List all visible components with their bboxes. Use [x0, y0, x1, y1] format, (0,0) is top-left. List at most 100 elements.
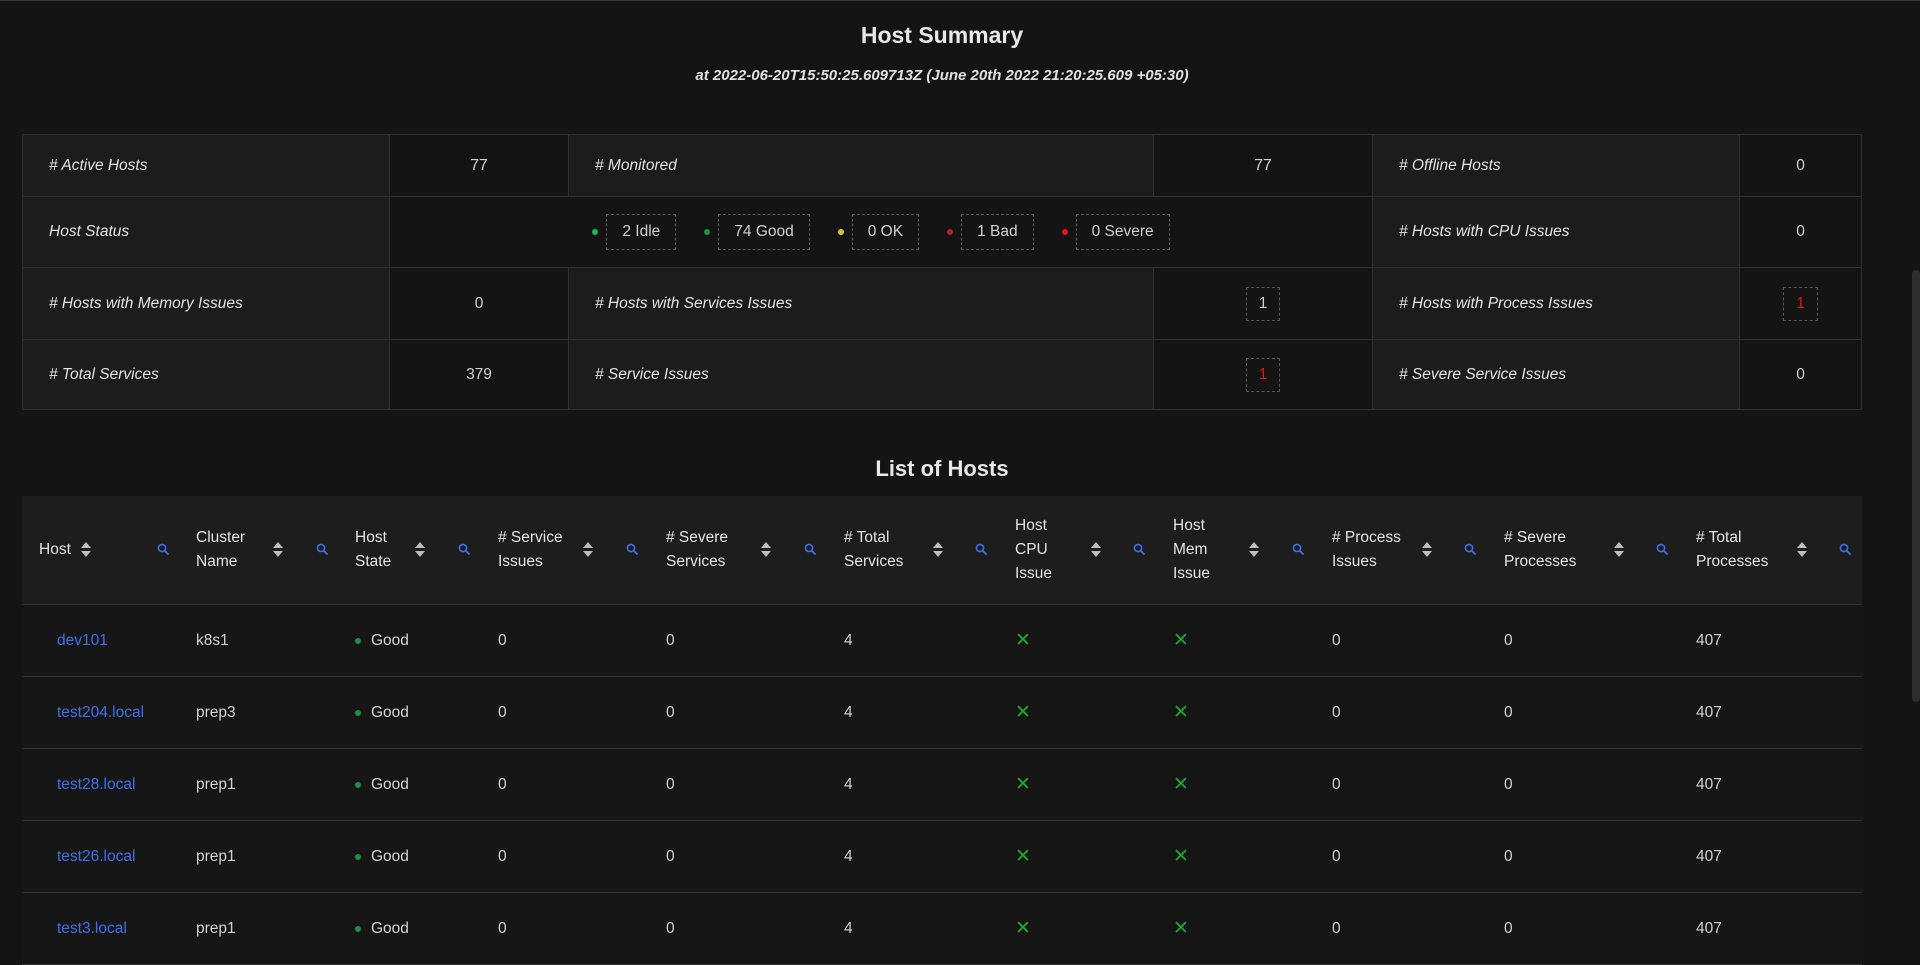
host-link[interactable]: test3.local — [57, 893, 127, 964]
status-bad-badge[interactable]: 1 Bad — [961, 214, 1034, 250]
host-status-badges: 2 Idle 74 Good 0 OK 1 Bad 0 Severe — [389, 197, 1373, 267]
search-total-processes-icon[interactable] — [1839, 543, 1852, 556]
severe-services-cell: 0 — [666, 775, 675, 793]
mem-issue-x-icon: ✕ — [1173, 630, 1189, 651]
sort-cpu-icon[interactable] — [1091, 542, 1101, 558]
col-severe-services[interactable]: # Severe Services — [666, 496, 746, 604]
proc-issues-value[interactable]: 1 — [1783, 286, 1818, 321]
service-issues-label: # Service Issues — [569, 340, 1153, 409]
host-link[interactable]: test204.local — [57, 677, 144, 748]
table-row: test28.local prep1 Good 0 0 4 ✕ ✕ 0 0 40… — [22, 749, 1862, 821]
col-cpu-label: Host CPU Issue — [1015, 517, 1053, 582]
status-idle[interactable]: 2 Idle — [592, 214, 677, 250]
process-issues-cell: 0 — [1332, 631, 1341, 649]
state-cell: Good — [355, 893, 409, 964]
search-total-services-icon[interactable] — [975, 543, 988, 556]
status-good[interactable]: 74 Good — [704, 214, 810, 250]
col-severe-services-label: # Severe Services — [666, 529, 729, 570]
host-status-label: Host Status — [23, 197, 389, 267]
total-processes-cell: 407 — [1696, 919, 1722, 937]
search-service-issues-icon[interactable] — [626, 543, 639, 556]
total-services-label: # Total Services — [23, 340, 389, 409]
mem-issues-label: # Hosts with Memory Issues — [23, 268, 389, 339]
svc-issues-hosts-value[interactable]: 1 — [1245, 286, 1281, 321]
summary-row-2: Host Status 2 Idle 74 Good 0 OK 1 Bad 0 … — [23, 197, 1861, 268]
severe-processes-cell: 0 — [1504, 631, 1513, 649]
sort-total-services-icon[interactable] — [933, 542, 943, 558]
search-severe-processes-icon[interactable] — [1656, 543, 1669, 556]
good-dot-icon — [355, 781, 361, 788]
severe-services-cell: 0 — [666, 631, 675, 649]
status-idle-badge[interactable]: 2 Idle — [606, 214, 677, 250]
sort-severe-processes-icon[interactable] — [1614, 542, 1624, 558]
col-host-state[interactable]: Host State — [355, 496, 415, 604]
sort-severe-services-icon[interactable] — [761, 542, 771, 558]
host-link[interactable]: dev101 — [57, 605, 108, 676]
sort-cluster-icon[interactable] — [273, 542, 283, 558]
process-issues-cell: 0 — [1332, 703, 1341, 721]
state-text: Good — [371, 631, 409, 649]
severe-service-value: 0 — [1739, 340, 1861, 409]
status-bad[interactable]: 1 Bad — [947, 214, 1034, 250]
sort-host-icon[interactable] — [81, 542, 91, 558]
monitored-value: 77 — [1153, 135, 1373, 196]
col-mem-label: Host Mem Issue — [1173, 517, 1211, 582]
state-cell: Good — [355, 821, 409, 892]
col-cluster-label: Cluster Name — [196, 529, 246, 570]
col-process-issues[interactable]: # Process Issues — [1332, 496, 1412, 604]
ok-dot-icon — [837, 229, 844, 235]
col-severe-processes-label: # Severe Processes — [1504, 529, 1577, 570]
state-cell: Good — [355, 749, 409, 820]
process-issues-cell: 0 — [1332, 919, 1341, 937]
search-process-issues-icon[interactable] — [1464, 543, 1477, 556]
status-severe[interactable]: 0 Severe — [1061, 214, 1170, 250]
state-text: Good — [371, 775, 409, 793]
col-total-services[interactable]: # Total Services — [844, 496, 924, 604]
process-issues-cell: 0 — [1332, 847, 1341, 865]
sort-state-icon[interactable] — [415, 542, 425, 558]
vertical-scrollbar[interactable] — [1912, 270, 1920, 702]
sort-mem-icon[interactable] — [1249, 542, 1259, 558]
service-issues-cell: 0 — [498, 775, 507, 793]
service-issues-value[interactable]: 1 — [1245, 357, 1281, 392]
status-ok[interactable]: 0 OK — [837, 214, 920, 250]
status-ok-badge[interactable]: 0 OK — [851, 214, 920, 250]
sort-process-issues-icon[interactable] — [1422, 542, 1432, 558]
col-severe-processes[interactable]: # Severe Processes — [1504, 496, 1594, 604]
status-good-badge[interactable]: 74 Good — [718, 214, 810, 250]
search-host-icon[interactable] — [157, 543, 170, 556]
cpu-issue-x-icon: ✕ — [1015, 918, 1031, 939]
col-total-processes-label: # Total Processes — [1696, 529, 1769, 570]
search-cpu-icon[interactable] — [1133, 543, 1146, 556]
process-issues-cell: 0 — [1332, 775, 1341, 793]
host-link[interactable]: test28.local — [57, 749, 135, 820]
severe-processes-cell: 0 — [1504, 847, 1513, 865]
mem-issue-x-icon: ✕ — [1173, 846, 1189, 867]
search-cluster-icon[interactable] — [316, 543, 329, 556]
summary-timestamp: at 2022-06-20T15:50:25.609713Z (June 20t… — [695, 67, 1189, 84]
search-severe-services-icon[interactable] — [804, 543, 817, 556]
col-host-cpu-issue[interactable]: Host CPU Issue — [1015, 496, 1065, 604]
total-services-cell: 4 — [844, 919, 853, 937]
cpu-issue-x-icon: ✕ — [1015, 846, 1031, 867]
severe-services-cell: 0 — [666, 847, 675, 865]
col-service-issues[interactable]: # Service Issues — [498, 496, 578, 604]
status-severe-badge[interactable]: 0 Severe — [1075, 214, 1170, 250]
monitored-label: # Monitored — [569, 135, 1153, 196]
mem-issue-x-icon: ✕ — [1173, 774, 1189, 795]
proc-issues-cell: 1 — [1739, 268, 1861, 339]
service-issues-cell: 1 — [1153, 340, 1373, 409]
offline-hosts-label: # Offline Hosts — [1373, 135, 1739, 196]
col-total-processes[interactable]: # Total Processes — [1696, 496, 1786, 604]
service-issues-cell: 0 — [498, 703, 507, 721]
state-text: Good — [371, 919, 409, 937]
search-mem-icon[interactable] — [1292, 543, 1305, 556]
col-cluster-name[interactable]: Cluster Name — [196, 496, 276, 604]
sort-total-processes-icon[interactable] — [1797, 542, 1807, 558]
search-state-icon[interactable] — [458, 543, 471, 556]
sort-service-issues-icon[interactable] — [583, 542, 593, 558]
host-link[interactable]: test26.local — [57, 821, 135, 892]
col-host-mem-issue[interactable]: Host Mem Issue — [1173, 496, 1223, 604]
total-services-cell: 4 — [844, 775, 853, 793]
summary-row-4: # Total Services 379 # Service Issues 1 … — [23, 340, 1861, 409]
